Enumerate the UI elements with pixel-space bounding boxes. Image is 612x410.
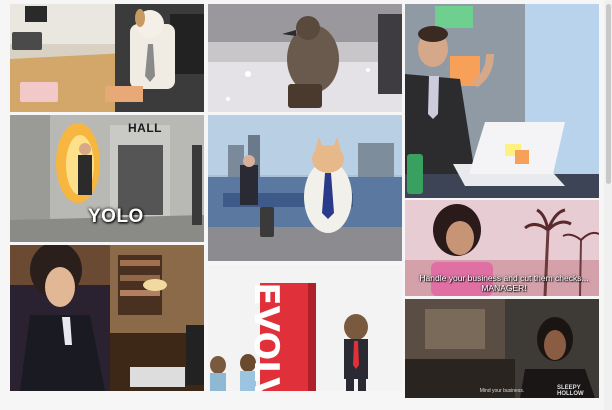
gif-grid: HALL EVOLV Handle your business and cut … bbox=[0, 0, 612, 410]
gif-image bbox=[10, 4, 204, 112]
gif-caption: Handle your business and cut them checks… bbox=[419, 273, 589, 293]
gif-image bbox=[208, 4, 402, 112]
gif-image bbox=[208, 115, 402, 261]
evolve-sign-text: EVOLV bbox=[246, 282, 286, 391]
gif-tile-evolve[interactable]: EVOLV bbox=[208, 265, 402, 391]
scroll-thumb[interactable] bbox=[606, 4, 611, 184]
gif-tile-man-sticky-notes[interactable] bbox=[405, 4, 599, 198]
gif-tile-woman-typing[interactable] bbox=[10, 245, 204, 391]
gif-caption-yolo: YOLO bbox=[88, 206, 144, 227]
watermark: SLEEPY HOLLOW bbox=[557, 385, 584, 397]
gif-image bbox=[405, 299, 599, 398]
gif-tile-cat-street[interactable] bbox=[208, 115, 402, 261]
gif-tile-dog-office[interactable] bbox=[10, 4, 204, 112]
gif-tile-woman-pink-dress[interactable]: Handle your business and cut them checks… bbox=[405, 200, 599, 296]
gif-image bbox=[208, 265, 402, 391]
gif-tile-penguin[interactable] bbox=[208, 4, 402, 112]
hall-sign: HALL bbox=[128, 121, 162, 135]
page-scrollbar[interactable] bbox=[604, 0, 612, 410]
gif-image bbox=[405, 4, 599, 198]
gif-image bbox=[10, 245, 204, 391]
gif-tile-woman-dim-room[interactable]: Mind your business. SLEEPY HOLLOW bbox=[405, 299, 599, 398]
gif-caption: Mind your business. bbox=[479, 388, 525, 394]
